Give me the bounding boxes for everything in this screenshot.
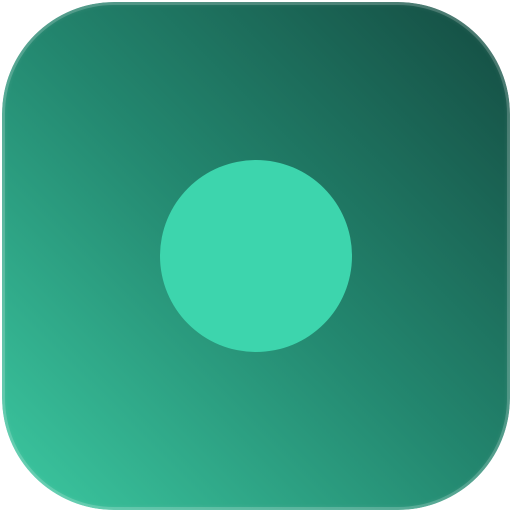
app-icon: [2, 2, 510, 510]
center-dot-icon: [160, 160, 352, 352]
icon-canvas: [0, 0, 512, 512]
